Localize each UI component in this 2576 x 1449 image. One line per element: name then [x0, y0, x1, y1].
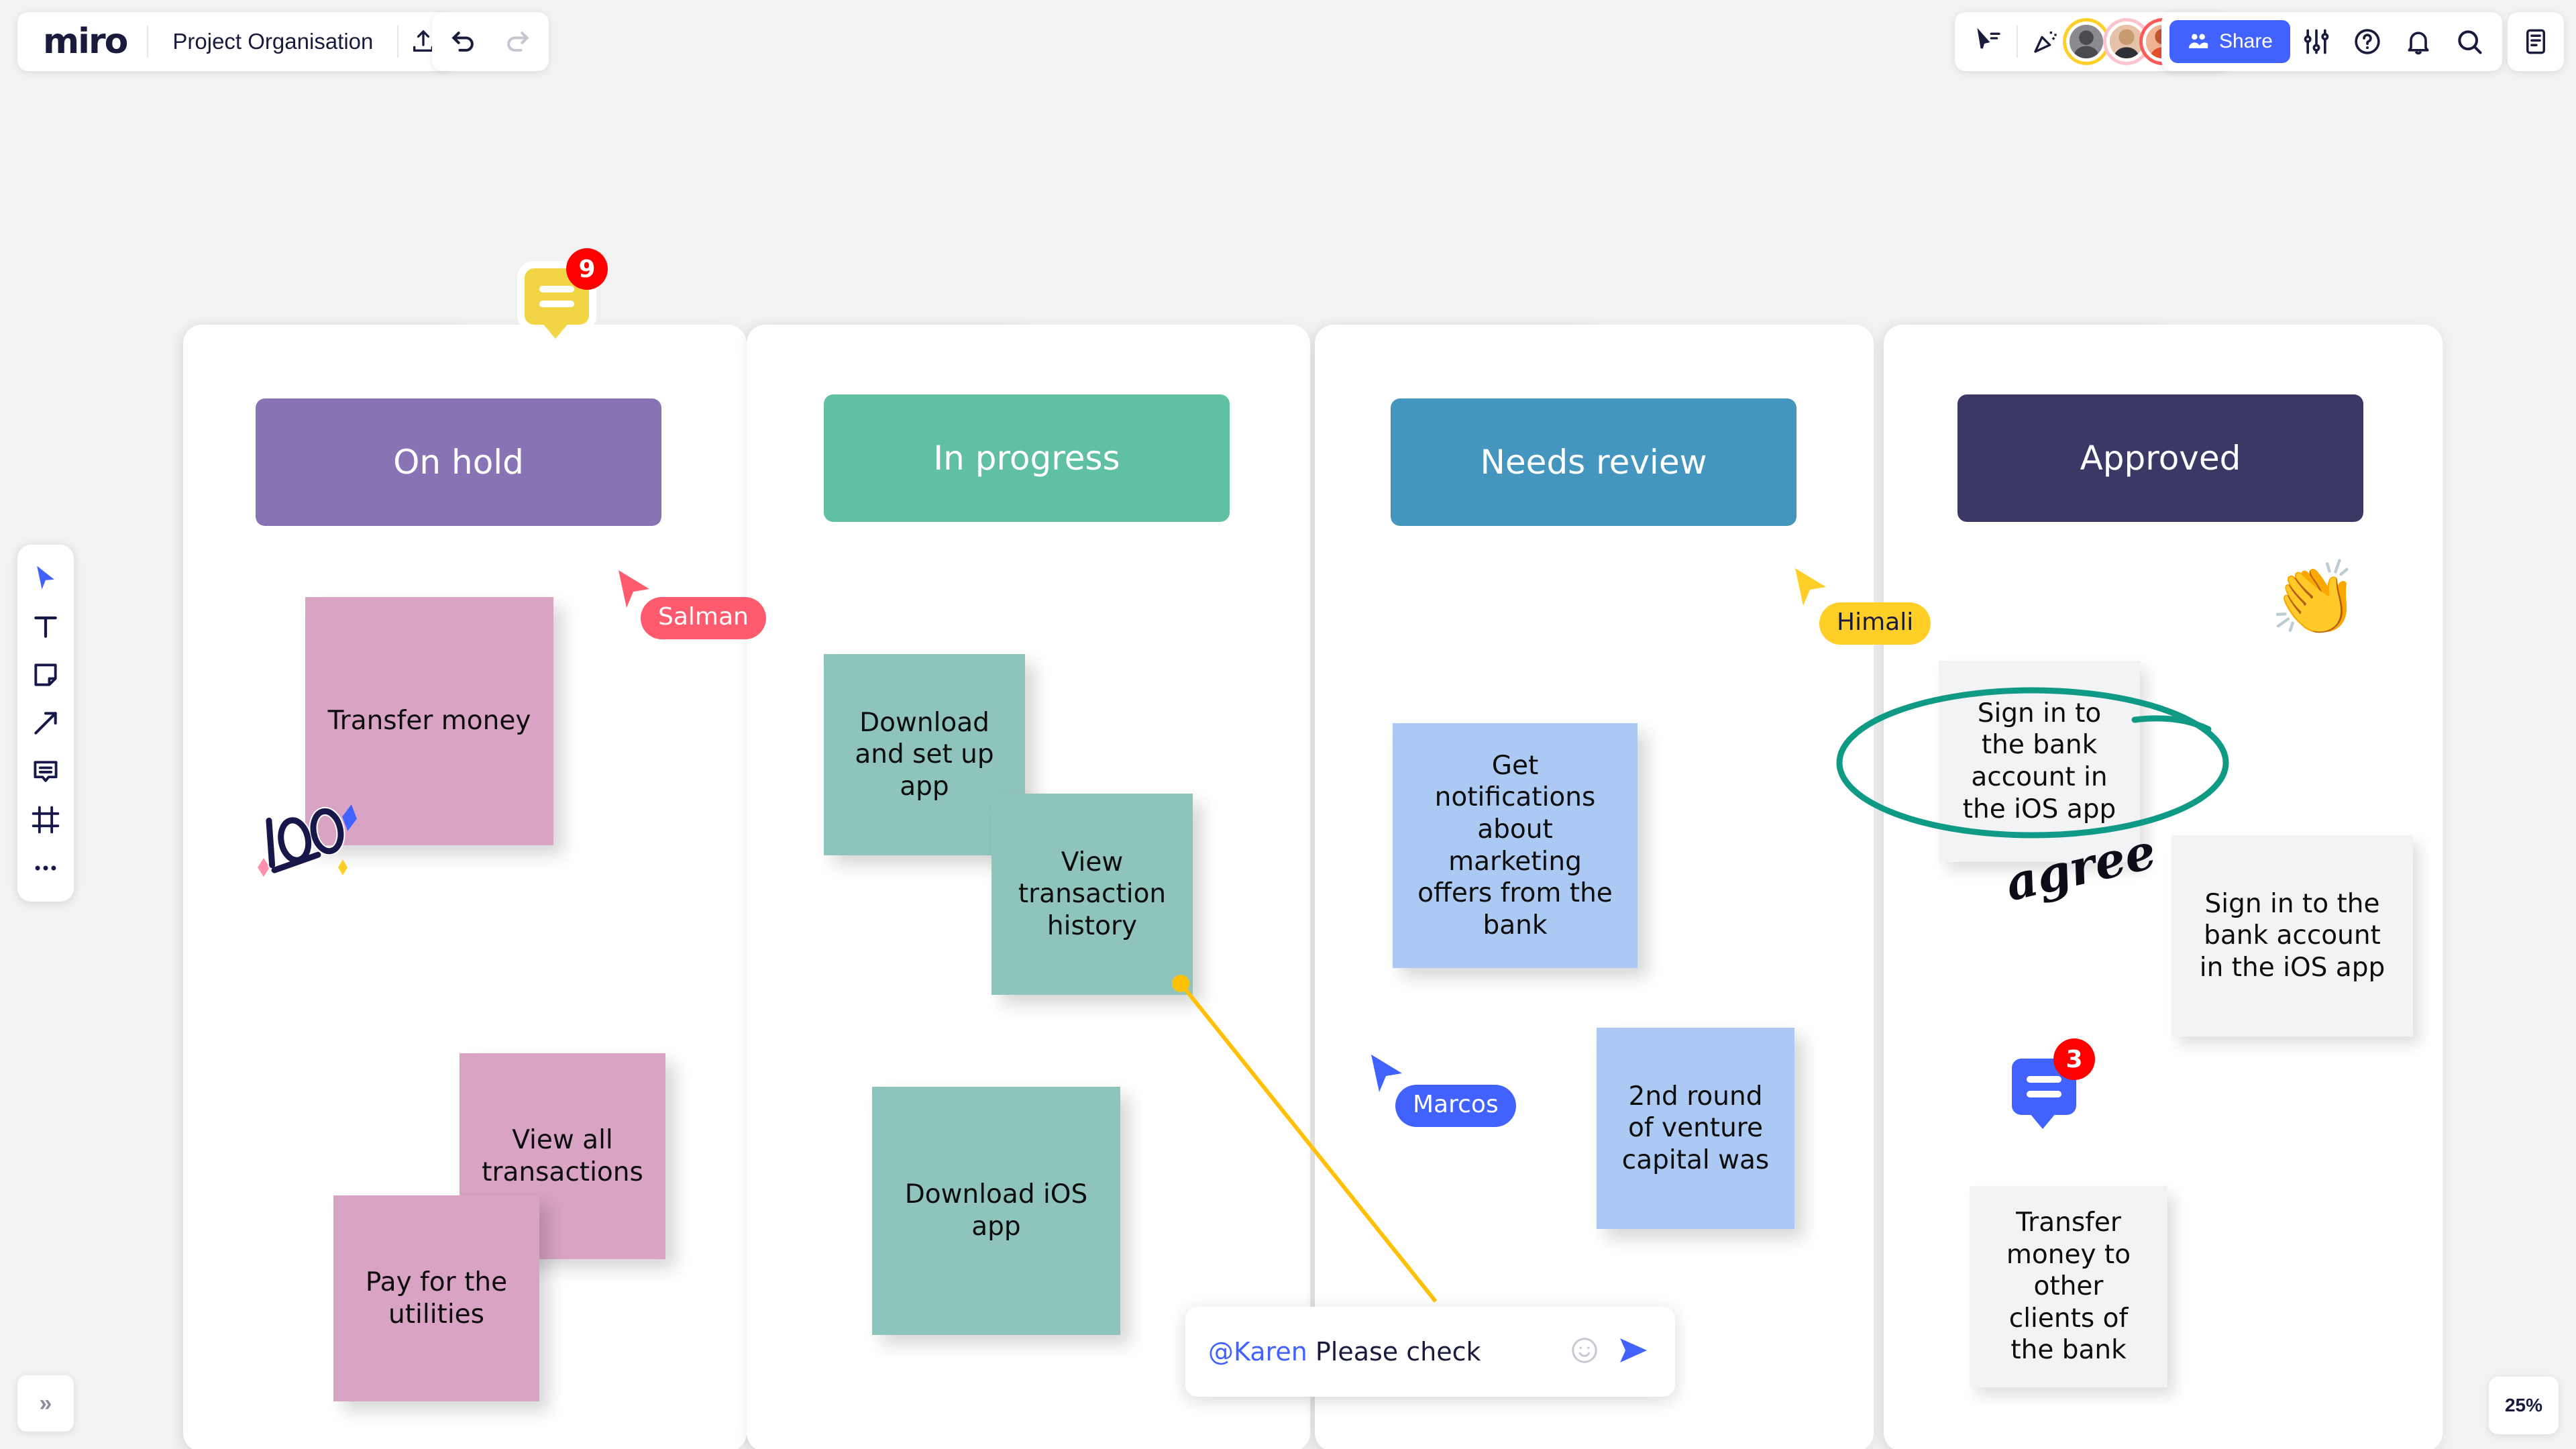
hundred-emoji-sticker[interactable]: [254, 788, 374, 882]
panel-icon[interactable]: [2511, 17, 2561, 66]
comment-marker[interactable]: 9: [525, 268, 589, 325]
collaborator-cursor-himali: [1792, 567, 1830, 612]
connector-line[interactable]: [1167, 973, 1449, 1315]
comment-icon: 9: [525, 268, 589, 325]
share-pill: Share: [2161, 12, 2502, 71]
undo-icon[interactable]: [439, 17, 488, 66]
emoji-icon[interactable]: [1569, 1335, 1600, 1369]
sticky-note[interactable]: 2nd round of venture capital was: [1597, 1028, 1794, 1229]
miro-logo[interactable]: miro: [21, 21, 147, 62]
column-header-approved[interactable]: Approved: [1957, 394, 2363, 522]
column-title: Needs review: [1481, 443, 1707, 482]
comment-count-badge: 3: [2053, 1038, 2095, 1080]
column-title: On hold: [393, 443, 524, 482]
column-title: Approved: [2080, 439, 2241, 478]
text-tool[interactable]: [22, 602, 69, 651]
cursor-share-icon[interactable]: [1964, 17, 2014, 66]
comment-count-badge: 9: [566, 248, 608, 290]
collaborator-nametag-salman: Salman: [641, 597, 766, 639]
sticky-note[interactable]: Transfer money to other clients of the b…: [1970, 1186, 2167, 1387]
collaborator-nametag-himali: Himali: [1819, 602, 1931, 645]
celebrate-icon[interactable]: [2021, 17, 2070, 66]
redo-icon[interactable]: [492, 17, 542, 66]
panel-pill: [2508, 12, 2564, 71]
more-tools[interactable]: [22, 844, 69, 892]
arrow-tool[interactable]: [22, 699, 69, 747]
select-tool[interactable]: [22, 554, 69, 602]
sticky-note-text: Get notifications about marketing offers…: [1410, 750, 1620, 941]
sticky-note-text: Download and set up app: [841, 707, 1008, 803]
avatar[interactable]: [2106, 21, 2147, 62]
sliders-icon[interactable]: [2292, 17, 2341, 66]
avatar[interactable]: [2066, 21, 2106, 62]
collaborator-nametag-marcos: Marcos: [1395, 1085, 1516, 1127]
sticky-note-text: Transfer money to other clients of the b…: [1987, 1207, 2150, 1366]
history-pill: [432, 12, 549, 71]
search-icon[interactable]: [2445, 17, 2494, 66]
board-canvas[interactable]: On hold In progress Needs review Approve…: [0, 0, 2576, 1449]
comment-marker[interactable]: 3: [2012, 1059, 2076, 1115]
divider: [2017, 25, 2018, 58]
clap-emoji-sticker[interactable]: 👏: [2269, 562, 2359, 635]
bell-icon[interactable]: [2394, 17, 2443, 66]
sticky-note-text: 2nd round of venture capital was: [1614, 1081, 1777, 1177]
expand-panel-button[interactable]: »: [17, 1375, 74, 1432]
comment-tool[interactable]: [22, 747, 69, 796]
column-header-on-hold[interactable]: On hold: [256, 398, 661, 526]
ink-ellipse-annotation[interactable]: [1831, 681, 2234, 842]
column-title: In progress: [933, 439, 1120, 478]
frame-tool[interactable]: [22, 796, 69, 844]
left-toolbar: [17, 545, 74, 902]
share-button[interactable]: Share: [2169, 20, 2290, 63]
sticky-note[interactable]: Sign in to the bank account in the iOS a…: [2171, 835, 2413, 1036]
column-header-needs-review[interactable]: Needs review: [1391, 398, 1796, 526]
sticky-note-tool[interactable]: [22, 651, 69, 699]
comment-message: Please check: [1307, 1337, 1481, 1366]
sticky-note[interactable]: Download iOS app: [872, 1087, 1120, 1335]
mention-token: @Karen: [1208, 1337, 1307, 1366]
sticky-note-text: Pay for the utilities: [351, 1267, 522, 1330]
zoom-level-badge[interactable]: 25%: [2489, 1377, 2559, 1434]
comment-composer[interactable]: @Karen Please check: [1185, 1307, 1675, 1397]
sticky-note[interactable]: Pay for the utilities: [333, 1195, 539, 1401]
sticky-note-text: Sign in to the bank account in the iOS a…: [2189, 888, 2396, 984]
comment-icon: 3: [2012, 1059, 2076, 1115]
sticky-note-text: View all transactions: [477, 1124, 648, 1188]
sticky-note-text: Download iOS app: [890, 1179, 1103, 1242]
brand-pill: miro Project Organisation: [17, 12, 452, 71]
board-title[interactable]: Project Organisation: [148, 29, 397, 54]
column-header-in-progress[interactable]: In progress: [824, 394, 1230, 522]
comment-input[interactable]: @Karen Please check: [1208, 1337, 1569, 1366]
sticky-note[interactable]: Get notifications about marketing offers…: [1393, 723, 1638, 968]
sticky-note[interactable]: View transaction history: [991, 794, 1193, 995]
top-bar: miro Project Organisation: [0, 0, 2576, 83]
sticky-note-text: Transfer money: [328, 705, 531, 737]
share-button-label: Share: [2219, 30, 2273, 53]
send-icon[interactable]: [1615, 1334, 1652, 1370]
help-circle-icon[interactable]: [2343, 17, 2392, 66]
sticky-note-text: View transaction history: [1009, 847, 1175, 943]
